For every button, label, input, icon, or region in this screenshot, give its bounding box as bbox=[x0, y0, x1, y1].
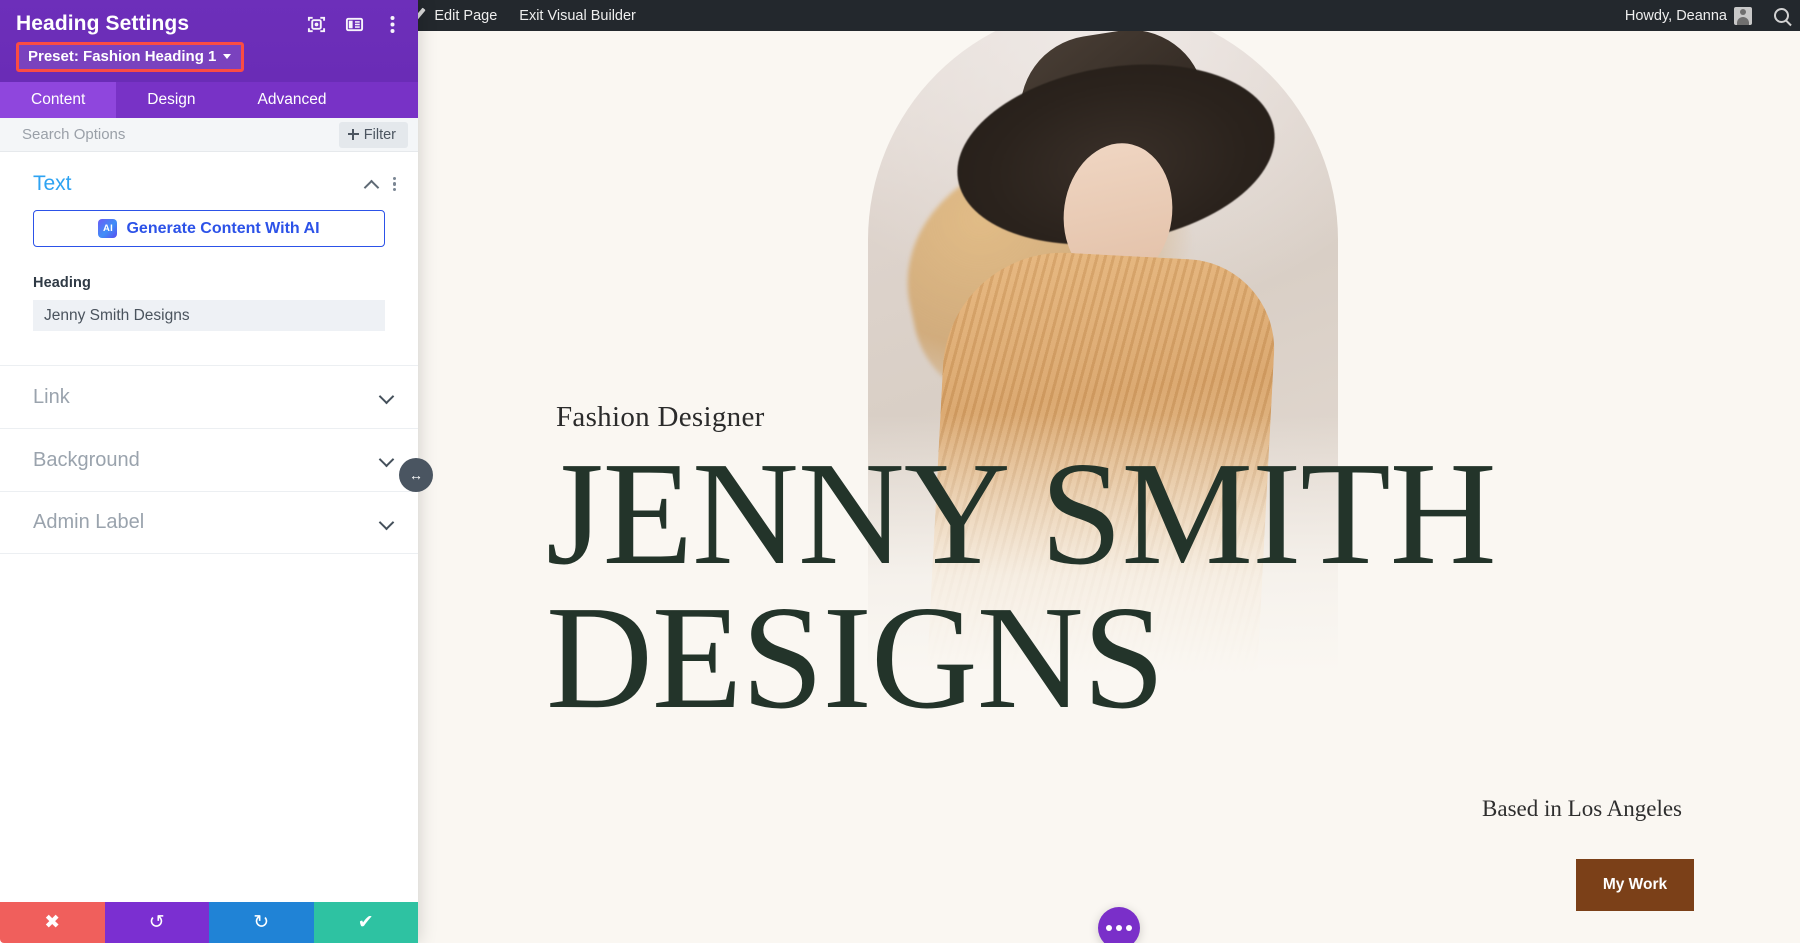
adminbar-search-button[interactable] bbox=[1763, 0, 1800, 31]
undo-button[interactable]: ↺ bbox=[105, 902, 210, 943]
section-text: Text AI Generate Content With AI Heading bbox=[0, 152, 418, 365]
tab-advanced[interactable]: Advanced bbox=[227, 82, 358, 118]
cancel-button[interactable]: ✖ bbox=[0, 902, 105, 943]
my-work-button[interactable]: My Work bbox=[1576, 859, 1694, 911]
search-input[interactable] bbox=[22, 126, 339, 143]
preset-label: Preset: Fashion Heading 1 bbox=[28, 48, 216, 65]
exit-visual-builder-label: Exit Visual Builder bbox=[519, 8, 636, 24]
hero-heading[interactable]: JENNY SMITH DESIGNS bbox=[546, 443, 1686, 730]
save-button[interactable]: ✔ bbox=[314, 902, 419, 943]
panel-layout-icon[interactable] bbox=[344, 14, 364, 34]
panel-header: Heading Settings bbox=[0, 0, 418, 82]
redo-button[interactable]: ↻ bbox=[209, 902, 314, 943]
panel-header-icons bbox=[306, 14, 402, 34]
exit-visual-builder-link[interactable]: Exit Visual Builder bbox=[508, 0, 647, 31]
search-icon bbox=[1774, 8, 1789, 23]
hero-heading-line-2: DESIGNS bbox=[546, 587, 1686, 731]
page-shell: Fashion Designer JENNY SMITH DESIGNS Bas… bbox=[418, 31, 1800, 943]
chevron-up-icon[interactable] bbox=[365, 178, 377, 190]
more-vertical-icon[interactable] bbox=[382, 14, 402, 34]
tab-content[interactable]: Content bbox=[0, 82, 116, 118]
howdy-label: Howdy, Deanna bbox=[1625, 8, 1727, 24]
generate-content-with-ai-button[interactable]: AI Generate Content With AI bbox=[33, 210, 385, 247]
section-link-title: Link bbox=[33, 386, 70, 409]
heading-input[interactable] bbox=[33, 300, 385, 331]
more-vertical-icon[interactable] bbox=[393, 177, 396, 192]
chevron-down-icon bbox=[223, 54, 231, 59]
heading-field-label: Heading bbox=[33, 275, 385, 291]
page-title: Heading Settings bbox=[16, 12, 189, 36]
hero-eyebrow-text[interactable]: Fashion Designer bbox=[556, 401, 765, 434]
hero-heading-line-1: JENNY SMITH bbox=[546, 432, 1496, 596]
generate-content-with-ai-label: Generate Content With AI bbox=[126, 220, 319, 238]
panel-footer: ✖ ↺ ↻ ✔ bbox=[0, 902, 418, 943]
my-account-menu[interactable]: Howdy, Deanna bbox=[1614, 0, 1763, 31]
heading-settings-panel: Heading Settings bbox=[0, 0, 418, 943]
fab-dot-3 bbox=[1126, 925, 1132, 931]
panel-title-row: Heading Settings bbox=[16, 12, 402, 36]
search-options-row: Filter bbox=[0, 118, 418, 152]
chevron-down-icon bbox=[380, 391, 392, 403]
section-link[interactable]: Link bbox=[0, 365, 418, 428]
filter-button-label: Filter bbox=[364, 127, 396, 143]
focus-target-icon[interactable] bbox=[306, 14, 326, 34]
section-text-title: Text bbox=[33, 172, 72, 196]
tab-design[interactable]: Design bbox=[116, 82, 226, 118]
ai-icon: AI bbox=[98, 219, 117, 238]
section-text-header[interactable]: Text bbox=[0, 152, 418, 210]
module-options-icon[interactable] bbox=[1098, 907, 1140, 943]
panel-tabs: Content Design Advanced bbox=[0, 82, 418, 118]
section-spacer bbox=[0, 331, 418, 365]
hero-subtitle-text[interactable]: Based in Los Angeles bbox=[1482, 796, 1682, 822]
preset-selector[interactable]: Preset: Fashion Heading 1 bbox=[16, 42, 244, 72]
filter-button[interactable]: Filter bbox=[339, 122, 408, 148]
plus-icon bbox=[348, 129, 359, 140]
heading-field-block: Heading bbox=[0, 247, 418, 331]
section-background[interactable]: Background bbox=[0, 428, 418, 491]
panel-body: Text AI Generate Content With AI Heading bbox=[0, 152, 418, 943]
fab-dot-1 bbox=[1106, 925, 1112, 931]
chevron-down-icon bbox=[380, 517, 392, 529]
section-admin-label-title: Admin Label bbox=[33, 511, 144, 534]
dot-1 bbox=[393, 177, 396, 180]
hero-section[interactable]: Fashion Designer JENNY SMITH DESIGNS Bas… bbox=[468, 31, 1800, 943]
edit-page-label: Edit Page bbox=[434, 8, 497, 24]
chevron-down-icon bbox=[380, 454, 392, 466]
section-admin-label[interactable]: Admin Label bbox=[0, 491, 418, 554]
dot-3 bbox=[393, 188, 396, 191]
dot-2 bbox=[393, 182, 396, 185]
section-text-controls bbox=[365, 177, 396, 192]
avatar bbox=[1734, 7, 1752, 25]
panel-resize-handle[interactable]: ↔ bbox=[399, 458, 433, 492]
visual-builder-canvas: Fashion Designer JENNY SMITH DESIGNS Bas… bbox=[418, 31, 1800, 943]
section-background-title: Background bbox=[33, 449, 140, 472]
fab-dot-2 bbox=[1116, 925, 1122, 931]
